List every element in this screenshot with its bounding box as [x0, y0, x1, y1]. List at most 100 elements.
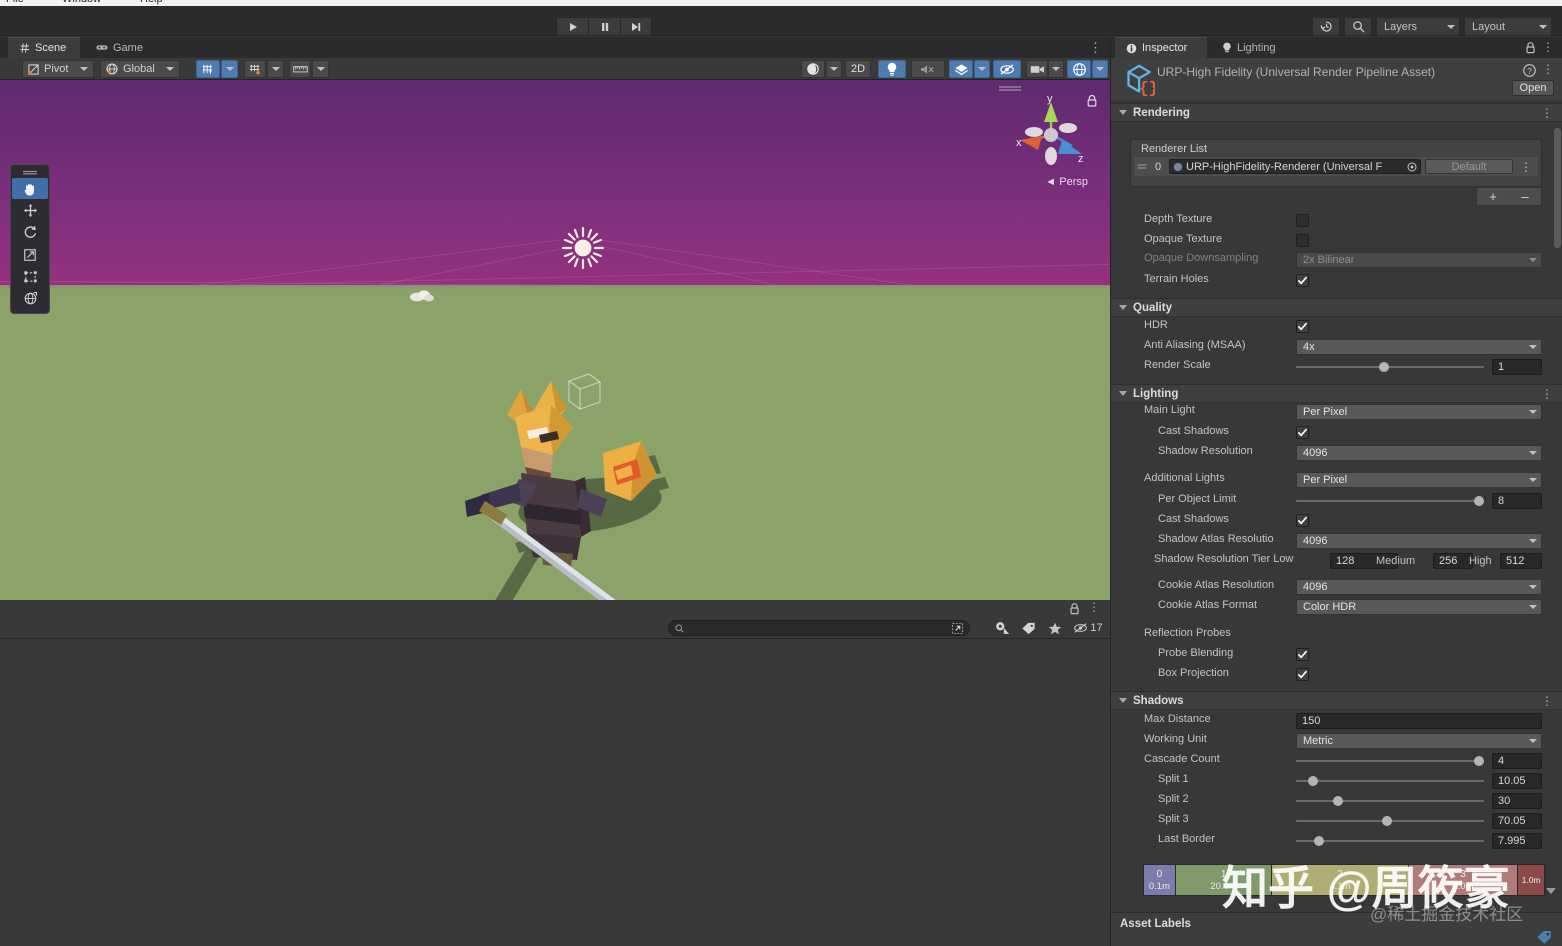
snap-increment-toggle[interactable] [244, 60, 266, 78]
cascade-last-border-segment[interactable]: 1.0m [1518, 865, 1545, 895]
add-cast-shadows-checkbox[interactable] [1296, 514, 1309, 527]
tab-lighting[interactable]: Lighting [1211, 37, 1297, 58]
save-search-icon[interactable] [952, 623, 963, 634]
renderer-row-menu[interactable]: ⋮ [1517, 160, 1535, 174]
layers-dropdown[interactable]: Layers [1376, 17, 1460, 36]
scene-tab-menu-button[interactable]: ⋮ [1089, 40, 1102, 56]
inspector-menu-button[interactable]: ⋮ [1542, 40, 1554, 54]
pause-button[interactable] [588, 17, 620, 36]
last-border-field[interactable]: 7.995 [1492, 833, 1542, 849]
favorites-button[interactable] [1042, 619, 1067, 637]
opaque-downsampling-dropdown[interactable]: 2x Bilinear [1296, 252, 1542, 268]
main-light-dropdown[interactable]: Per Pixel [1296, 404, 1542, 420]
depth-texture-checkbox[interactable] [1296, 214, 1309, 227]
camera-view-toggle[interactable] [1026, 60, 1048, 78]
directional-light-gizmo[interactable] [560, 225, 606, 271]
slider-knob[interactable] [1308, 776, 1318, 786]
cascade-segment[interactable]: 1 20.0m [1176, 865, 1273, 895]
section-shadows[interactable]: Shadows ⋮ [1111, 691, 1562, 710]
filter-by-type-button[interactable] [990, 619, 1015, 637]
section-rendering[interactable]: Rendering ⋮ [1111, 103, 1562, 122]
tier-high-field[interactable]: 512 [1500, 553, 1542, 569]
cascade-segment[interactable]: 2 4.1m [1272, 865, 1408, 895]
tab-inspector[interactable]: Inspector [1115, 37, 1207, 58]
per-object-limit-slider[interactable] [1296, 493, 1484, 509]
scale-tool-button[interactable] [12, 244, 48, 265]
tab-game[interactable]: Game [84, 37, 156, 58]
section-shadows-menu[interactable]: ⋮ [1541, 695, 1553, 707]
inspector-scroll-down-arrow[interactable] [1546, 894, 1556, 906]
renderer-list-row[interactable]: 0 URP-HighFidelity-Renderer (Universal F… [1134, 157, 1538, 176]
split1-field[interactable]: 10.05 [1492, 773, 1542, 789]
section-lighting-menu[interactable]: ⋮ [1541, 388, 1553, 400]
split2-slider[interactable] [1296, 793, 1484, 809]
split3-field[interactable]: 70.05 [1492, 813, 1542, 829]
ruler-dropdown[interactable] [312, 60, 329, 78]
split1-slider[interactable] [1296, 773, 1484, 789]
section-lighting[interactable]: Lighting ⋮ [1111, 384, 1562, 403]
cascade-segment[interactable]: 3 2.0m [1409, 865, 1518, 895]
renderer-add-button[interactable]: + [1489, 189, 1497, 204]
audio-toggle[interactable] [911, 60, 945, 78]
scene-gizmos-toggle[interactable] [1067, 60, 1091, 78]
project-asset-grid[interactable]: {} P-Balanced {} URP-Balanced-R... [0, 639, 1110, 946]
cascade-visualization[interactable]: 0 0.1m 1 20.0m 2 4.1m 3 2.0m 1.0m [1143, 864, 1546, 896]
inspector-lock-icon[interactable] [1525, 41, 1536, 54]
cookie-format-dropdown[interactable]: Color HDR [1296, 599, 1542, 615]
menu-item-help[interactable]: Help [140, 0, 163, 5]
hdr-checkbox[interactable] [1296, 320, 1309, 333]
last-border-slider[interactable] [1296, 833, 1484, 849]
project-lock-icon[interactable] [1069, 602, 1080, 615]
layout-dropdown[interactable]: Layout [1464, 17, 1552, 36]
menu-item-window[interactable]: Window [62, 0, 101, 5]
render-scale-field[interactable]: 1 [1492, 359, 1542, 375]
step-button[interactable] [620, 17, 652, 36]
slider-knob[interactable] [1382, 816, 1392, 826]
fx-dropdown[interactable] [974, 60, 990, 78]
box-projection-checkbox[interactable] [1296, 668, 1309, 681]
inspector-scrollbar-thumb[interactable] [1554, 128, 1561, 248]
move-tool-button[interactable] [12, 200, 48, 221]
rect-tool-button[interactable] [12, 266, 48, 287]
cascade-segment[interactable]: 0 0.1m [1144, 865, 1176, 895]
slider-knob[interactable] [1474, 756, 1484, 766]
shadow-atlas-dropdown[interactable]: 4096 [1296, 533, 1542, 549]
scene-gizmos-dropdown[interactable] [1092, 60, 1108, 78]
draw-mode-dropdown[interactable] [826, 60, 842, 78]
object-picker-icon[interactable] [1407, 162, 1417, 172]
handle-space-dropdown[interactable]: Global [100, 60, 180, 78]
transform-tool-button[interactable] [12, 288, 48, 309]
hand-tool-button[interactable] [12, 178, 48, 199]
additional-lights-dropdown[interactable]: Per Pixel [1296, 472, 1542, 488]
tier-medium-field[interactable]: 256 [1433, 553, 1473, 569]
grid-visibility-toggle[interactable]: Y [196, 60, 220, 78]
filter-by-label-button[interactable] [1016, 619, 1041, 637]
rotate-tool-button[interactable] [12, 222, 48, 243]
fx-toggle[interactable] [949, 60, 973, 78]
asset-context-menu-button[interactable]: ⋮ [1542, 62, 1554, 76]
cascade-count-slider[interactable] [1296, 753, 1484, 769]
renderer-default-button[interactable]: Default [1425, 159, 1513, 174]
render-scale-slider[interactable] [1296, 359, 1484, 375]
renderer-object-field[interactable]: URP-HighFidelity-Renderer (Universal F [1169, 159, 1421, 174]
project-search-input[interactable] [668, 620, 970, 636]
slider-knob[interactable] [1314, 836, 1324, 846]
project-panel-menu-button[interactable]: ⋮ [1088, 600, 1100, 614]
gizmos-visibility-toggle[interactable] [993, 60, 1021, 78]
open-button[interactable]: Open [1512, 80, 1554, 96]
undo-history-button[interactable] [1312, 17, 1340, 36]
play-button[interactable] [556, 17, 588, 36]
section-rendering-menu[interactable]: ⋮ [1541, 107, 1553, 119]
renderer-remove-button[interactable]: – [1521, 189, 1528, 204]
msaa-dropdown[interactable]: 4x [1296, 339, 1542, 355]
label-tag-icon[interactable] [1536, 930, 1552, 944]
opaque-texture-checkbox[interactable] [1296, 234, 1309, 247]
section-quality[interactable]: Quality [1111, 298, 1562, 317]
slider-knob[interactable] [1333, 796, 1343, 806]
scene-lighting-toggle[interactable] [878, 60, 906, 78]
working-unit-dropdown[interactable]: Metric [1296, 733, 1542, 749]
menu-item-file[interactable]: File [6, 0, 24, 5]
tab-scene[interactable]: Scene [8, 37, 80, 58]
probe-blending-checkbox[interactable] [1296, 648, 1309, 661]
ruler-toggle[interactable] [289, 60, 311, 78]
